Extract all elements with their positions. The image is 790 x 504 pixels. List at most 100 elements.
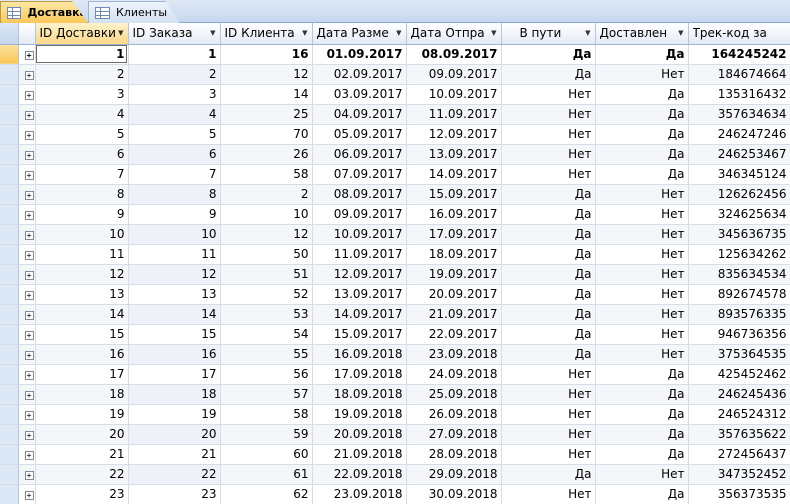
cell-id-klienta[interactable]: 55 — [220, 344, 313, 365]
table-row[interactable]: +18 18 57 18.09.2018 25.09.2018 Нет Да 24624543… — [0, 384, 790, 405]
dropdown-arrow-icon[interactable]: ▼ — [678, 29, 683, 37]
cell-trek-kod[interactable]: 357634634 — [688, 104, 790, 125]
cell-v-puti[interactable]: Да — [501, 264, 596, 285]
record-selector[interactable] — [0, 324, 19, 345]
cell-trek-kod[interactable]: 184674664 — [688, 64, 790, 85]
cell-dostavleno[interactable]: Нет — [595, 64, 689, 85]
cell-id-klienta[interactable]: 50 — [220, 244, 313, 265]
cell-data-razmeshcheniya[interactable]: 10.09.2017 — [312, 224, 407, 245]
cell-dostavleno[interactable]: Нет — [595, 184, 689, 205]
table-row[interactable]: +12 12 51 12.09.2017 19.09.2017 Да Нет 83563453… — [0, 264, 790, 285]
cell-dostavleno[interactable]: Да — [595, 384, 689, 405]
cell-data-otpravki[interactable]: 12.09.2017 — [406, 124, 502, 145]
cell-trek-kod[interactable]: 835634534 — [688, 264, 790, 285]
table-row[interactable]: +16 16 55 16.09.2018 23.09.2018 Да Нет 37536453… — [0, 344, 790, 365]
cell-data-otpravki[interactable]: 21.09.2017 — [406, 304, 502, 325]
cell-data-razmeshcheniya[interactable]: 13.09.2017 — [312, 284, 407, 305]
cell-id-klienta[interactable]: 12 — [220, 224, 313, 245]
table-row[interactable]: +3 3 14 03.09.2017 10.09.2017 Нет Да 135316432 — [0, 84, 790, 105]
column-header-id-dostavki[interactable]: ID Доставки ▼ — [35, 23, 129, 45]
cell-data-otpravki[interactable]: 15.09.2017 — [406, 184, 502, 205]
tab-klienty[interactable]: Клиенты — [88, 1, 180, 23]
dropdown-arrow-icon[interactable]: ▼ — [585, 29, 590, 37]
cell-trek-kod[interactable]: 346345124 — [688, 164, 790, 185]
cell-id-zakaza[interactable]: 18 — [128, 384, 221, 405]
cell-trek-kod[interactable]: 246245436 — [688, 384, 790, 405]
cell-data-razmeshcheniya[interactable]: 12.09.2017 — [312, 264, 407, 285]
table-row[interactable]: +23 23 62 23.09.2018 30.09.2018 Нет Да 35637353… — [0, 484, 790, 504]
cell-id-dostavki[interactable]: 13 — [35, 284, 129, 305]
cell-dostavleno[interactable]: Да — [595, 144, 689, 165]
table-row[interactable]: +8 8 2 08.09.2017 15.09.2017 Да Нет 126262456 — [0, 184, 790, 205]
cell-data-otpravki[interactable]: 14.09.2017 — [406, 164, 502, 185]
cell-id-klienta[interactable]: 16 — [220, 44, 313, 65]
column-header-v-puti[interactable]: В пути ▼ — [501, 23, 596, 45]
cell-v-puti[interactable]: Нет — [501, 164, 596, 185]
cell-data-otpravki[interactable]: 23.09.2018 — [406, 344, 502, 365]
cell-id-klienta[interactable]: 61 — [220, 464, 313, 485]
cell-v-puti[interactable]: Нет — [501, 104, 596, 125]
record-selector[interactable] — [0, 264, 19, 285]
cell-id-dostavki[interactable]: 15 — [35, 324, 129, 345]
expand-plus-icon[interactable]: + — [24, 431, 34, 440]
expand-plus-icon[interactable]: + — [24, 291, 34, 300]
cell-id-klienta[interactable]: 58 — [220, 164, 313, 185]
column-header-data-otpravki[interactable]: Дата Отпра ▼ — [406, 23, 502, 45]
cell-data-razmeshcheniya[interactable]: 01.09.2017 — [312, 44, 407, 65]
cell-v-puti[interactable]: Да — [501, 64, 596, 85]
cell-trek-kod[interactable]: 246253467 — [688, 144, 790, 165]
cell-id-zakaza[interactable]: 16 — [128, 344, 221, 365]
expand-plus-icon[interactable]: + — [24, 371, 34, 380]
cell-id-klienta[interactable]: 12 — [220, 64, 313, 85]
cell-v-puti[interactable]: Да — [501, 224, 596, 245]
cell-v-puti[interactable]: Нет — [501, 144, 596, 165]
cell-id-zakaza[interactable]: 9 — [128, 204, 221, 225]
expand-plus-icon[interactable]: + — [24, 51, 34, 60]
cell-id-zakaza[interactable]: 22 — [128, 464, 221, 485]
record-selector[interactable] — [0, 384, 19, 405]
expand-plus-icon[interactable]: + — [24, 131, 34, 140]
cell-data-razmeshcheniya[interactable]: 14.09.2017 — [312, 304, 407, 325]
cell-v-puti[interactable]: Нет — [501, 84, 596, 105]
cell-data-otpravki[interactable]: 28.09.2018 — [406, 444, 502, 465]
cell-data-otpravki[interactable]: 20.09.2017 — [406, 284, 502, 305]
cell-id-klienta[interactable]: 2 — [220, 184, 313, 205]
cell-trek-kod[interactable]: 272456437 — [688, 444, 790, 465]
cell-trek-kod[interactable]: 135316432 — [688, 84, 790, 105]
record-selector[interactable] — [0, 84, 19, 105]
record-selector[interactable] — [0, 344, 19, 365]
cell-data-razmeshcheniya[interactable]: 04.09.2017 — [312, 104, 407, 125]
expand-plus-icon[interactable]: + — [24, 491, 34, 500]
cell-dostavleno[interactable]: Нет — [595, 224, 689, 245]
cell-id-klienta[interactable]: 14 — [220, 84, 313, 105]
table-row[interactable]: +6 6 26 06.09.2017 13.09.2017 Нет Да 246253467 — [0, 144, 790, 165]
cell-id-dostavki[interactable]: 3 — [35, 84, 129, 105]
cell-trek-kod[interactable]: 357635622 — [688, 424, 790, 445]
expand-plus-icon[interactable]: + — [24, 111, 34, 120]
cell-dostavleno[interactable]: Да — [595, 44, 689, 65]
cell-v-puti[interactable]: Да — [501, 184, 596, 205]
cell-id-dostavki[interactable]: 17 — [35, 364, 129, 385]
cell-id-klienta[interactable]: 62 — [220, 484, 313, 504]
table-row[interactable]: +13 13 52 13.09.2017 20.09.2017 Да Нет 89267457… — [0, 284, 790, 305]
cell-v-puti[interactable]: Нет — [501, 384, 596, 405]
cell-trek-kod[interactable]: 164245242 — [688, 44, 790, 65]
expand-plus-icon[interactable]: + — [24, 151, 34, 160]
cell-id-zakaza[interactable]: 2 — [128, 64, 221, 85]
expand-plus-icon[interactable]: + — [24, 271, 34, 280]
cell-id-dostavki[interactable]: 18 — [35, 384, 129, 405]
cell-id-dostavki[interactable]: 21 — [35, 444, 129, 465]
select-all-corner[interactable] — [0, 23, 19, 45]
cell-trek-kod[interactable]: 892674578 — [688, 284, 790, 305]
cell-data-razmeshcheniya[interactable]: 11.09.2017 — [312, 244, 407, 265]
cell-dostavleno[interactable]: Да — [595, 444, 689, 465]
cell-v-puti[interactable]: Нет — [501, 404, 596, 425]
record-selector[interactable] — [0, 204, 19, 225]
table-row[interactable]: +22 22 61 22.09.2018 29.09.2018 Да Нет 34735245… — [0, 464, 790, 485]
column-header-trek-kod[interactable]: Трек-код за — [688, 23, 790, 45]
cell-id-dostavki[interactable]: 20 — [35, 424, 129, 445]
cell-trek-kod[interactable]: 246247246 — [688, 124, 790, 145]
cell-trek-kod[interactable]: 246524312 — [688, 404, 790, 425]
cell-id-klienta[interactable]: 70 — [220, 124, 313, 145]
cell-id-zakaza[interactable]: 21 — [128, 444, 221, 465]
